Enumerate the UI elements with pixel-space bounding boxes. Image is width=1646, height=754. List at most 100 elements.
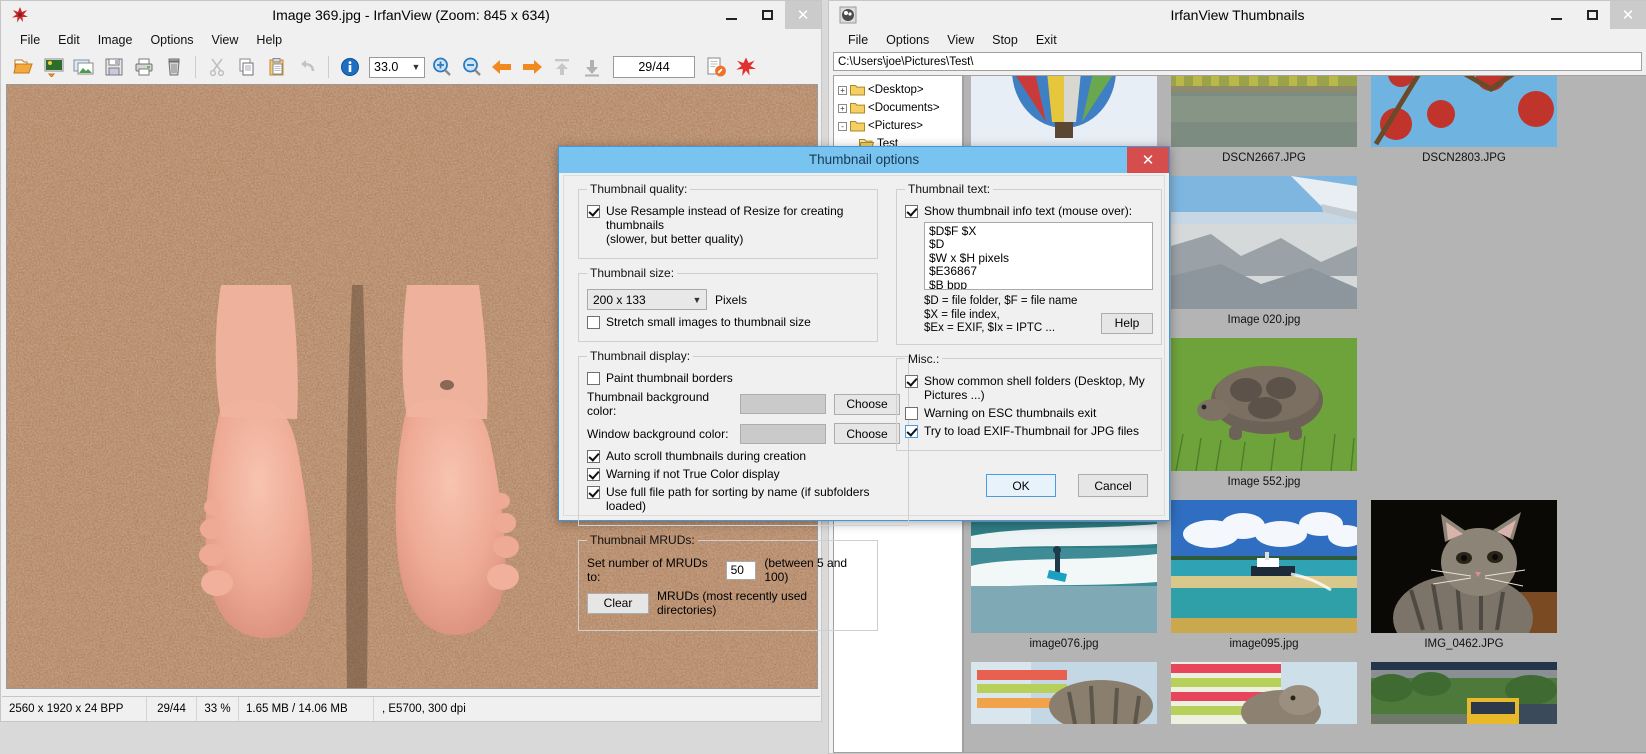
- exif-thumbnail-checkbox[interactable]: [905, 425, 918, 438]
- close-button[interactable]: ✕: [785, 1, 821, 29]
- dialog-title-bar[interactable]: Thumbnail options ✕: [559, 147, 1169, 173]
- info-icon[interactable]: [335, 52, 365, 82]
- zoom-combo[interactable]: 33.0 ▼: [369, 57, 425, 78]
- thumbnail-image[interactable]: [1171, 176, 1357, 309]
- thumbnail-image[interactable]: [1171, 500, 1357, 633]
- arrow-left-icon[interactable]: [487, 52, 517, 82]
- tmenu-options[interactable]: Options: [877, 31, 938, 49]
- thumbnails-minimize-button[interactable]: [1538, 1, 1574, 29]
- shell-folders-row[interactable]: Show common shell folders (Desktop, My P…: [905, 374, 1153, 402]
- thumbnail-image[interactable]: [1371, 75, 1557, 147]
- thumbnail-cell[interactable]: [1164, 658, 1364, 724]
- menu-view[interactable]: View: [203, 31, 248, 49]
- menu-edit[interactable]: Edit: [49, 31, 89, 49]
- menu-options[interactable]: Options: [141, 31, 202, 49]
- menu-image[interactable]: Image: [89, 31, 142, 49]
- window-bg-choose-button[interactable]: Choose: [834, 423, 900, 444]
- thumbnail-cell[interactable]: Image 552.jpg: [1164, 334, 1364, 496]
- esc-warning-checkbox[interactable]: [905, 407, 918, 420]
- main-title-bar[interactable]: Image 369.jpg - IrfanView (Zoom: 845 x 6…: [1, 1, 821, 29]
- thumbnail-cell[interactable]: image095.jpg: [1164, 496, 1364, 658]
- print-icon[interactable]: [129, 52, 159, 82]
- show-shell-folders-checkbox[interactable]: [905, 375, 918, 388]
- esc-warning-row[interactable]: Warning on ESC thumbnails exit: [905, 406, 1153, 420]
- open-thumbnails-icon[interactable]: [39, 52, 69, 82]
- expand-toggle-icon[interactable]: +: [838, 86, 847, 95]
- tmenu-exit[interactable]: Exit: [1027, 31, 1066, 49]
- thumbnail-image[interactable]: [1171, 662, 1357, 724]
- show-info-text-checkbox[interactable]: [905, 205, 918, 218]
- warning-truecolor-row[interactable]: Warning if not True Color display: [587, 467, 900, 481]
- clear-mruds-button[interactable]: Clear: [587, 593, 649, 614]
- use-resample-row[interactable]: Use Resample instead of Resize for creat…: [587, 204, 869, 246]
- paste-icon[interactable]: [262, 52, 292, 82]
- thumbnail-image[interactable]: [971, 662, 1157, 724]
- thumbnail-image[interactable]: [1171, 75, 1357, 147]
- menu-help[interactable]: Help: [247, 31, 291, 49]
- full-path-sorting-checkbox[interactable]: [587, 486, 600, 499]
- ok-button[interactable]: OK: [986, 474, 1056, 497]
- file-properties-icon[interactable]: [701, 52, 731, 82]
- stretch-small-images-row[interactable]: Stretch small images to thumbnail size: [587, 315, 869, 329]
- chevron-down-icon[interactable]: ▼: [408, 62, 424, 72]
- group-thumbnail-text: Thumbnail text: Show thumbnail info text…: [896, 182, 1162, 345]
- path-bar[interactable]: C:\Users\joe\Pictures\Test\: [833, 52, 1642, 71]
- close-icon: ✕: [797, 8, 810, 23]
- zoom-out-icon[interactable]: [457, 52, 487, 82]
- window-bg-color-swatch[interactable]: [740, 424, 826, 444]
- thumbnails-maximize-button[interactable]: [1574, 1, 1610, 29]
- tree-item-documents[interactable]: + <Documents>: [838, 99, 960, 117]
- mruds-number-input[interactable]: 50: [726, 561, 757, 580]
- warning-truecolor-checkbox[interactable]: [587, 468, 600, 481]
- minimize-button[interactable]: [713, 1, 749, 29]
- thumbnail-image[interactable]: [1371, 662, 1557, 724]
- thumbnail-bg-color-swatch[interactable]: [740, 394, 826, 414]
- thumbnails-title-bar[interactable]: IrfanView Thumbnails ✕: [829, 1, 1646, 29]
- thumbnail-cell[interactable]: DSCN2803.JPG: [1364, 78, 1564, 172]
- thumbnail-cell[interactable]: Image 020.jpg: [1164, 172, 1364, 334]
- paint-thumbnail-borders-checkbox[interactable]: [587, 372, 600, 385]
- save-icon[interactable]: [99, 52, 129, 82]
- thumbnail-cell[interactable]: IMG_0462.JPG: [1364, 496, 1564, 658]
- thumbnail-cell[interactable]: DSCN2667.JPG: [1164, 78, 1364, 172]
- maximize-button[interactable]: [749, 1, 785, 29]
- delete-icon[interactable]: [159, 52, 189, 82]
- copy-icon[interactable]: [232, 52, 262, 82]
- show-info-text-row[interactable]: Show thumbnail info text (mouse over):: [905, 204, 1153, 218]
- auto-scroll-checkbox[interactable]: [587, 450, 600, 463]
- thumbnail-image[interactable]: [971, 75, 1157, 147]
- thumbnail-info-text-area[interactable]: $D$F $X $D $W x $H pixels $E36867 $B bpp…: [924, 222, 1153, 290]
- tmenu-file[interactable]: File: [839, 31, 877, 49]
- stretch-small-images-checkbox[interactable]: [587, 316, 600, 329]
- menu-file[interactable]: File: [11, 31, 49, 49]
- open-slideshow-icon[interactable]: [69, 52, 99, 82]
- tree-item-desktop[interactable]: + <Desktop>: [838, 81, 960, 99]
- thumbnail-cell[interactable]: [964, 658, 1164, 724]
- auto-scroll-row[interactable]: Auto scroll thumbnails during creation: [587, 449, 900, 463]
- dialog-close-button[interactable]: ✕: [1127, 147, 1169, 173]
- tree-item-pictures[interactable]: - <Pictures>: [838, 117, 960, 135]
- thumbnail-size-select[interactable]: 200 x 133 ▼: [587, 289, 707, 310]
- cancel-button[interactable]: Cancel: [1078, 474, 1148, 497]
- exit-red-icon[interactable]: [731, 52, 761, 82]
- chevron-down-icon[interactable]: ▼: [688, 295, 706, 305]
- tmenu-stop[interactable]: Stop: [983, 31, 1027, 49]
- thumbnail-image[interactable]: [1371, 500, 1557, 633]
- zoom-in-icon[interactable]: [427, 52, 457, 82]
- thumbnail-bg-choose-button[interactable]: Choose: [834, 394, 900, 415]
- full-path-sorting-row[interactable]: Use full file path for sorting by name (…: [587, 485, 900, 513]
- use-resample-checkbox[interactable]: [587, 205, 600, 218]
- exif-thumbnail-row[interactable]: Try to load EXIF-Thumbnail for JPG files: [905, 424, 1153, 438]
- page-counter[interactable]: 29/44: [613, 56, 695, 78]
- thumbnail-cell[interactable]: [1364, 658, 1564, 724]
- paint-borders-row[interactable]: Paint thumbnail borders: [587, 371, 900, 385]
- open-folder-icon[interactable]: [9, 52, 39, 82]
- collapse-toggle-icon[interactable]: -: [838, 122, 847, 131]
- thumbnails-close-button[interactable]: ✕: [1610, 1, 1646, 29]
- help-button[interactable]: Help: [1101, 313, 1153, 334]
- thumbnail-image[interactable]: [1171, 338, 1357, 471]
- arrow-down-last-icon: [577, 52, 607, 82]
- tmenu-view[interactable]: View: [938, 31, 983, 49]
- arrow-right-icon[interactable]: [517, 52, 547, 82]
- expand-toggle-icon[interactable]: +: [838, 104, 847, 113]
